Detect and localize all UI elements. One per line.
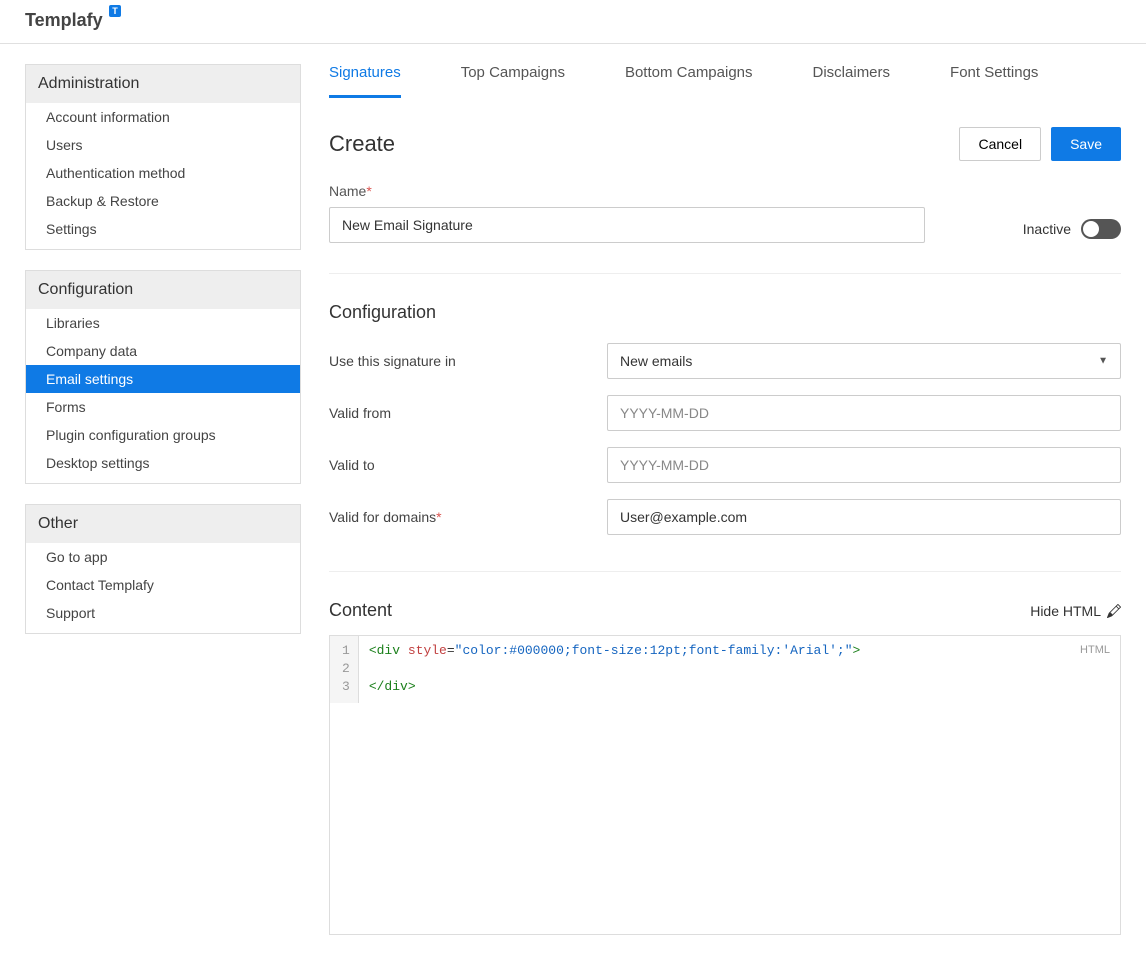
sidebar-item-account-information[interactable]: Account information bbox=[26, 103, 300, 131]
inactive-toggle[interactable] bbox=[1081, 219, 1121, 239]
logo-badge: T bbox=[109, 5, 121, 17]
logo-text: Templafy bbox=[25, 10, 103, 30]
domains-label: Valid for domains* bbox=[329, 509, 607, 525]
sidebar-item-support[interactable]: Support bbox=[26, 599, 300, 633]
main-content: Signatures Top Campaigns Bottom Campaigns D… bbox=[329, 64, 1121, 935]
sidebar-section-header: Administration bbox=[26, 65, 300, 103]
tab-top-campaigns[interactable]: Top Campaigns bbox=[461, 64, 565, 98]
valid-to-label: Valid to bbox=[329, 457, 607, 473]
name-label: Name* bbox=[329, 183, 925, 199]
sidebar-item-backup-restore[interactable]: Backup & Restore bbox=[26, 187, 300, 215]
html-badge: HTML bbox=[1080, 644, 1110, 656]
html-editor[interactable]: HTML 123 <div style="color:#000000;font-… bbox=[329, 635, 1121, 935]
sidebar-item-desktop-settings[interactable]: Desktop settings bbox=[26, 449, 300, 483]
name-input[interactable] bbox=[329, 207, 925, 243]
domains-input[interactable] bbox=[607, 499, 1121, 535]
sidebar: AdministrationAccount informationUsersAu… bbox=[25, 64, 301, 935]
code-lines: <div style="color:#000000;font-size:12pt… bbox=[359, 636, 871, 703]
tab-font-settings[interactable]: Font Settings bbox=[950, 64, 1038, 98]
use-in-select[interactable]: New emails ▼ bbox=[607, 343, 1121, 379]
logo: Templafy T bbox=[25, 10, 103, 31]
sidebar-section-header: Configuration bbox=[26, 271, 300, 309]
tab-signatures[interactable]: Signatures bbox=[329, 64, 401, 98]
page-title: Create bbox=[329, 131, 395, 157]
pencil-icon bbox=[1107, 604, 1121, 618]
sidebar-item-email-settings[interactable]: Email settings bbox=[26, 365, 300, 393]
sidebar-item-company-data[interactable]: Company data bbox=[26, 337, 300, 365]
sidebar-item-settings[interactable]: Settings bbox=[26, 215, 300, 249]
sidebar-item-users[interactable]: Users bbox=[26, 131, 300, 159]
tab-bar: Signatures Top Campaigns Bottom Campaigns D… bbox=[329, 64, 1121, 99]
content-section-title: Content bbox=[329, 600, 392, 621]
line-numbers: 123 bbox=[330, 636, 359, 703]
save-button[interactable]: Save bbox=[1051, 127, 1121, 161]
sidebar-item-plugin-configuration-groups[interactable]: Plugin configuration groups bbox=[26, 421, 300, 449]
sidebar-item-forms[interactable]: Forms bbox=[26, 393, 300, 421]
sidebar-section-header: Other bbox=[26, 505, 300, 543]
tab-bottom-campaigns[interactable]: Bottom Campaigns bbox=[625, 64, 753, 98]
hide-html-button[interactable]: Hide HTML bbox=[1030, 603, 1121, 619]
chevron-down-icon: ▼ bbox=[1098, 356, 1108, 367]
inactive-label: Inactive bbox=[1023, 221, 1071, 237]
sidebar-item-authentication-method[interactable]: Authentication method bbox=[26, 159, 300, 187]
use-in-label: Use this signature in bbox=[329, 353, 607, 369]
sidebar-item-go-to-app[interactable]: Go to app bbox=[26, 543, 300, 571]
valid-from-input[interactable] bbox=[607, 395, 1121, 431]
app-header: Templafy T bbox=[0, 0, 1146, 44]
cancel-button[interactable]: Cancel bbox=[959, 127, 1041, 161]
valid-to-input[interactable] bbox=[607, 447, 1121, 483]
sidebar-item-libraries[interactable]: Libraries bbox=[26, 309, 300, 337]
config-section-title: Configuration bbox=[329, 302, 1121, 323]
sidebar-item-contact-templafy[interactable]: Contact Templafy bbox=[26, 571, 300, 599]
tab-disclaimers[interactable]: Disclaimers bbox=[813, 64, 891, 98]
valid-from-label: Valid from bbox=[329, 405, 607, 421]
